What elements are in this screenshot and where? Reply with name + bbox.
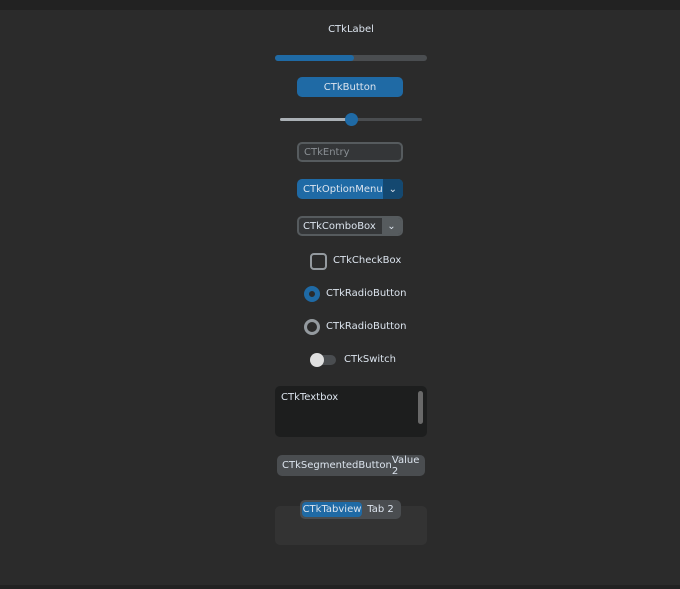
checkbox-label[interactable]: CTkCheckBox <box>333 255 401 266</box>
slider-fill <box>280 118 351 121</box>
slider[interactable] <box>280 113 422 126</box>
radio-button-1[interactable] <box>304 286 320 302</box>
entry-field[interactable]: CTkEntry <box>297 142 403 162</box>
checkbox[interactable] <box>310 253 327 270</box>
tab-2[interactable]: Tab 2 <box>362 504 399 515</box>
bottom-bar <box>0 585 680 589</box>
tab-ctktabview[interactable]: CTkTabview <box>302 502 362 517</box>
switch[interactable] <box>310 353 336 367</box>
segment-1[interactable]: CTkSegmentedButton <box>282 460 392 471</box>
switch-label[interactable]: CTkSwitch <box>344 354 396 365</box>
slider-knob[interactable] <box>345 113 358 126</box>
textbox-content[interactable]: CTkTextbox <box>281 392 338 403</box>
ctk-button[interactable]: CTkButton <box>297 77 403 97</box>
progress-bar <box>275 55 427 61</box>
radio-label-2[interactable]: CTkRadioButton <box>326 321 406 332</box>
chevron-down-icon[interactable]: ⌄ <box>382 179 403 199</box>
option-menu-value: CTkOptionMenu <box>303 183 383 195</box>
progress-fill <box>275 55 355 61</box>
label: CTkLabel <box>328 23 374 35</box>
radio-label-1[interactable]: CTkRadioButton <box>326 288 406 299</box>
tabview-tabs: CTkTabview Tab 2 <box>300 500 401 519</box>
segment-2[interactable]: Value 2 <box>392 455 420 477</box>
combobox-value[interactable]: CTkComboBox <box>299 218 382 234</box>
textbox-scrollbar[interactable] <box>418 391 423 424</box>
option-menu[interactable]: CTkOptionMenu ⌄ <box>297 179 403 199</box>
chevron-down-icon[interactable]: ⌄ <box>382 218 401 234</box>
switch-knob[interactable] <box>310 353 324 367</box>
textbox[interactable]: CTkTextbox <box>275 386 427 437</box>
title-bar <box>0 0 680 10</box>
segmented-button: CTkSegmentedButton Value 2 <box>277 455 425 477</box>
radio-button-2[interactable] <box>304 319 320 335</box>
combobox[interactable]: CTkComboBox ⌄ <box>297 216 403 236</box>
